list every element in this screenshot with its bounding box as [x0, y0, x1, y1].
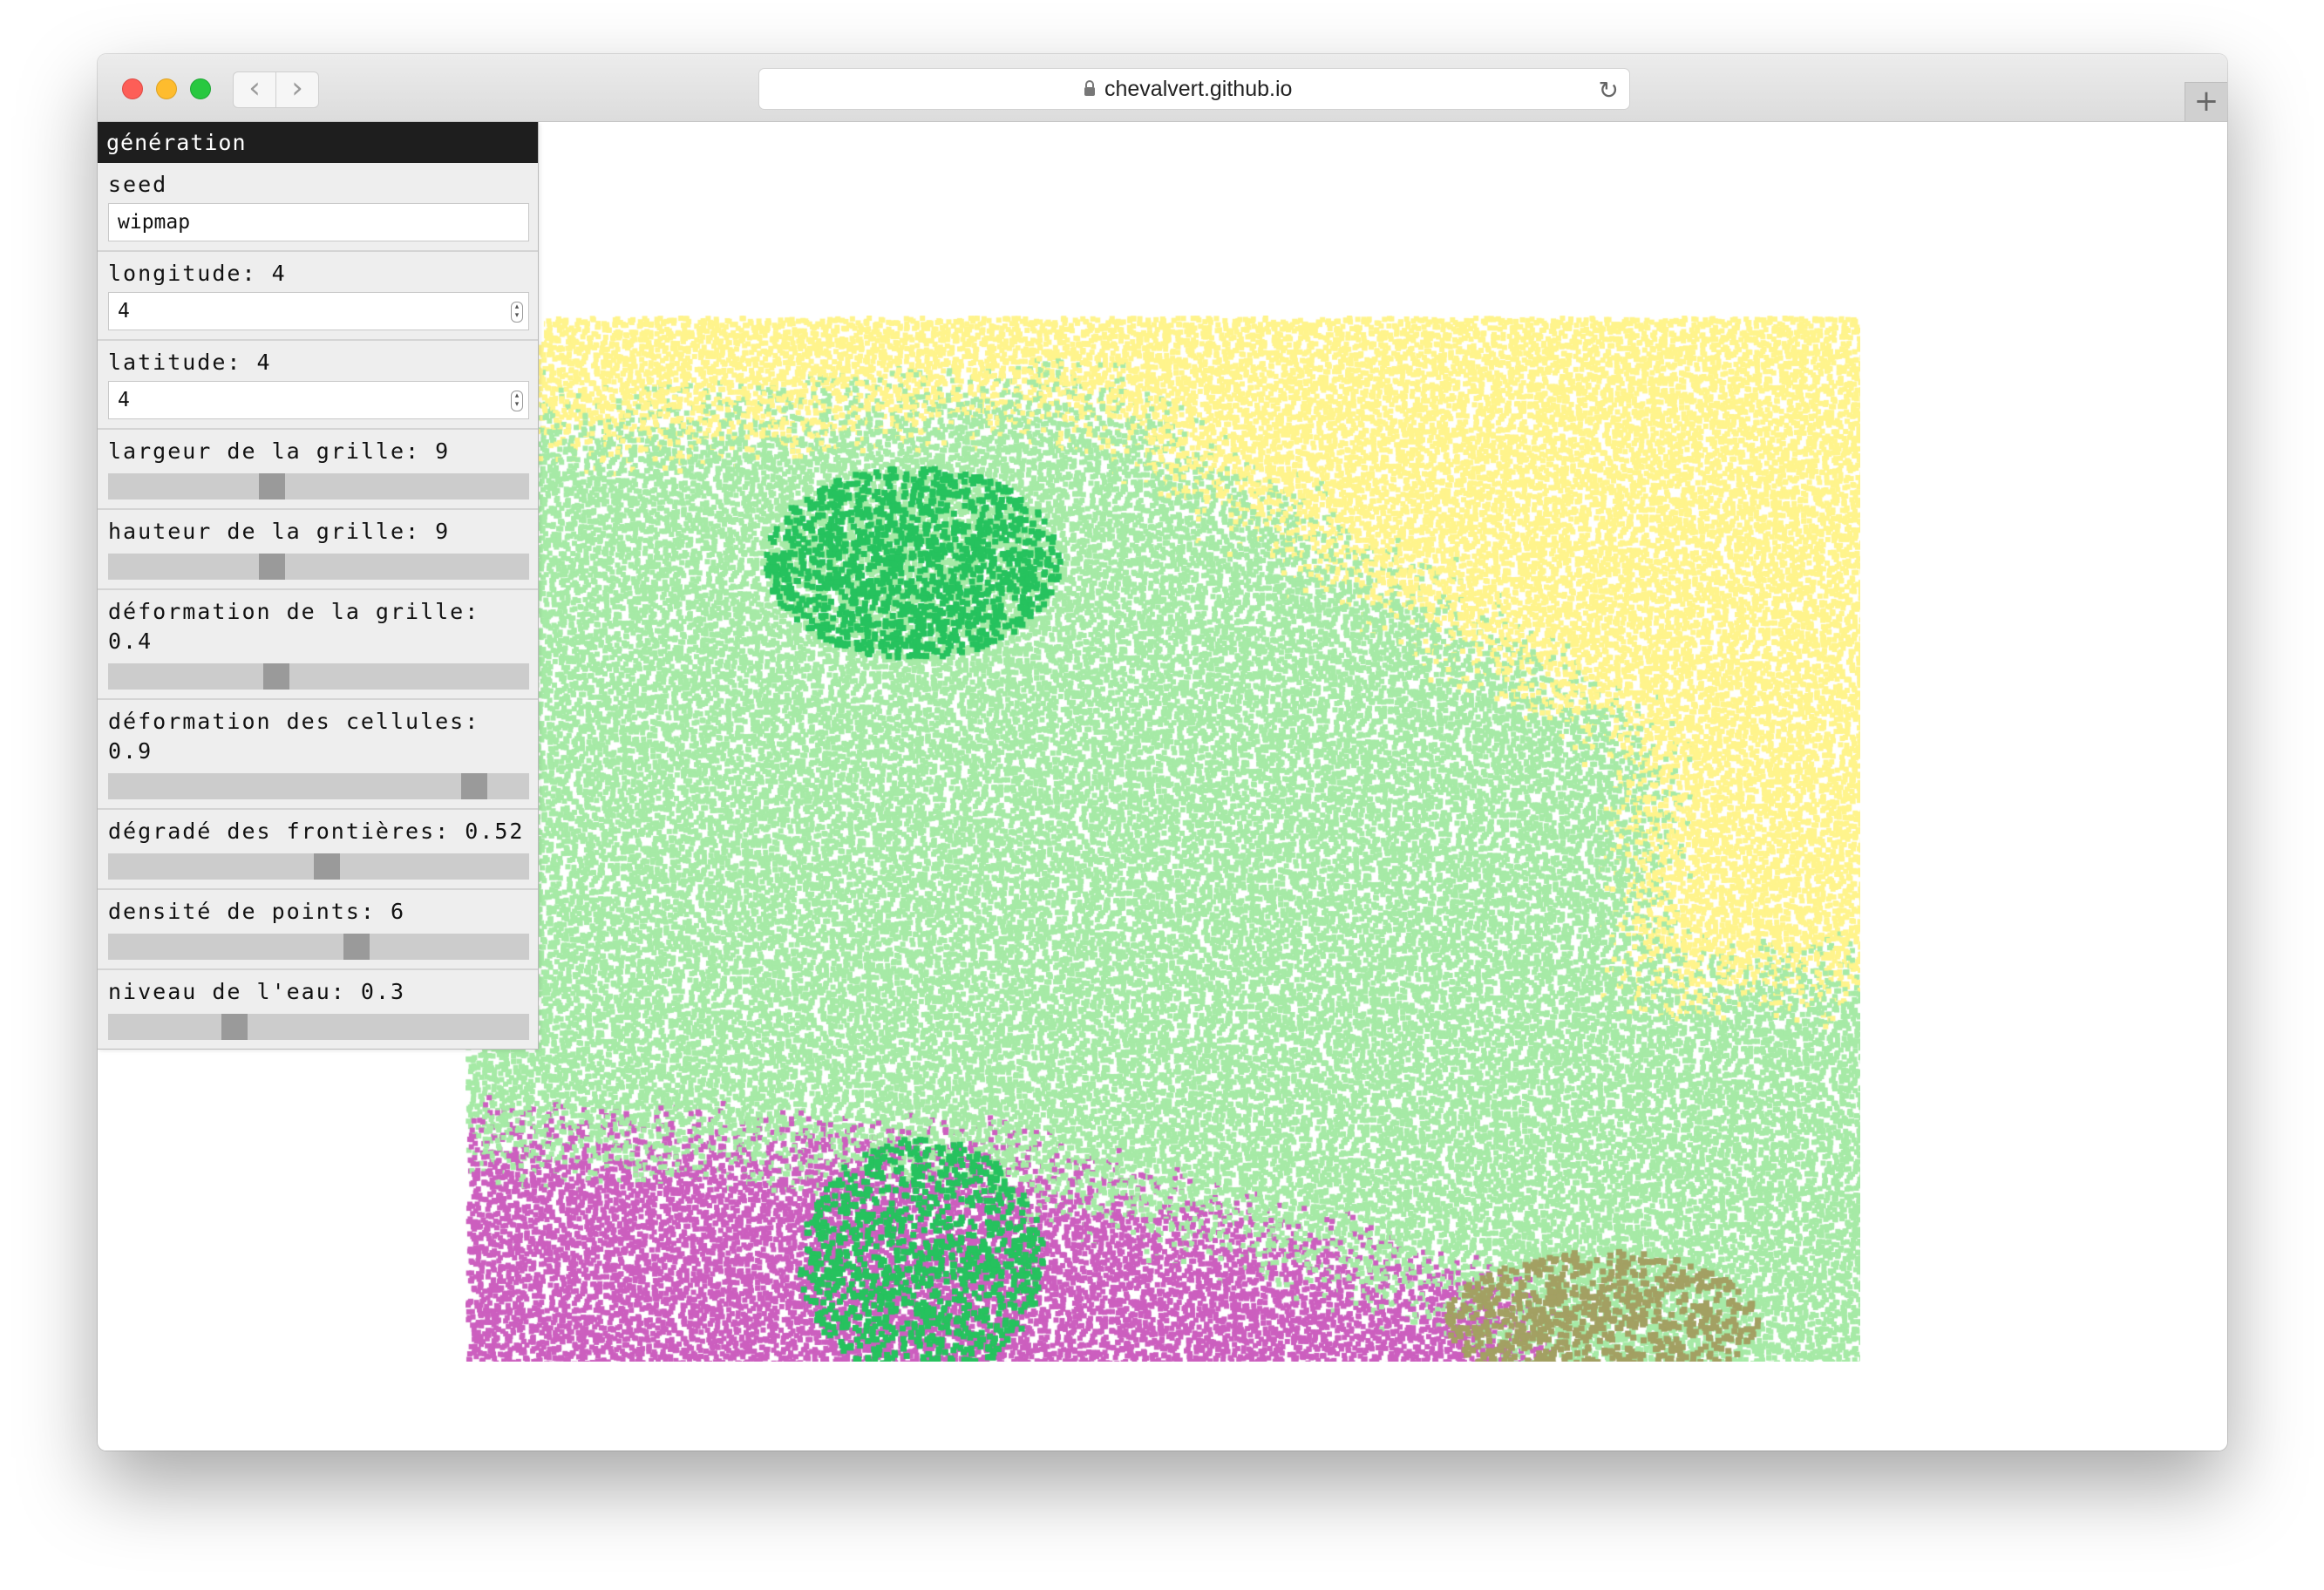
close-window-button[interactable] [122, 78, 143, 99]
grid-height-slider[interactable] [108, 554, 529, 580]
point-density-slider[interactable] [108, 934, 529, 960]
back-button[interactable]: ‹ [233, 71, 276, 108]
url-text: chevalvert.github.io [1104, 77, 1293, 101]
slider-label: déformation des cellules: 0.9 [108, 709, 480, 764]
slider-control: largeur de la grille: 9 [98, 430, 538, 510]
reload-icon[interactable]: ↻ [1599, 76, 1619, 105]
slider-label: densité de points: 6 [108, 899, 406, 924]
slider-control: niveau de l'eau: 0.3 [98, 970, 538, 1049]
page-content: génération seed wipmap longitude: 4 4 ▴ ▾… [98, 122, 2227, 1451]
title-bar: ‹ › chevalvert.github.io ↻ + [98, 54, 2227, 122]
slider-label-text: niveau de l'eau [108, 979, 331, 1004]
latitude-label-value: 4 [256, 350, 272, 375]
longitude-label-value: 4 [271, 261, 287, 286]
generated-map-canvas[interactable] [465, 316, 1860, 1362]
slider-label-text: déformation de la grille [108, 599, 465, 624]
slider-label-text: hauteur de la grille [108, 519, 406, 544]
new-tab-button[interactable]: + [2185, 82, 2227, 121]
chevron-left-icon: ‹ [248, 71, 261, 105]
latitude-label-text: latitude [108, 350, 228, 375]
latitude-control: latitude: 4 4 ▴ ▾ [98, 341, 538, 430]
seed-input[interactable]: wipmap [108, 203, 529, 241]
slider-thumb[interactable] [343, 934, 370, 960]
grid-deformation-slider[interactable] [108, 663, 529, 690]
minimize-window-button[interactable] [156, 78, 177, 99]
slider-label: niveau de l'eau: 0.3 [108, 979, 406, 1004]
slider-thumb[interactable] [221, 1014, 248, 1040]
stepper-icon[interactable]: ▴ ▾ [511, 391, 523, 411]
panel-title[interactable]: génération [98, 122, 538, 163]
slider-label-text: largeur de la grille [108, 438, 406, 464]
longitude-input[interactable]: 4 ▴ ▾ [108, 292, 529, 330]
longitude-control: longitude: 4 4 ▴ ▾ [98, 252, 538, 341]
longitude-label-text: longitude [108, 261, 242, 286]
slider-label: hauteur de la grille: 9 [108, 519, 451, 544]
slider-label: déformation de la grille: 0.4 [108, 599, 480, 654]
latitude-input-value: 4 [118, 389, 130, 411]
address-bar[interactable]: chevalvert.github.io ↻ [758, 68, 1630, 110]
water-level-slider[interactable] [108, 1014, 529, 1040]
grid-width-slider[interactable] [108, 473, 529, 499]
slider-label-text: déformation des cellules [108, 709, 465, 734]
chevron-right-icon: › [291, 71, 303, 105]
slider-label: largeur de la grille: 9 [108, 438, 451, 464]
slider-thumb[interactable] [259, 473, 286, 499]
seed-label: seed [108, 172, 168, 197]
slider-control: déformation de la grille: 0.4 [98, 590, 538, 700]
slider-control: hauteur de la grille: 9 [98, 510, 538, 590]
forward-button[interactable]: › [275, 71, 319, 108]
slider-label-text: densité de points [108, 899, 361, 924]
seed-control: seed wipmap [98, 163, 538, 252]
slider-thumb[interactable] [263, 663, 290, 690]
cell-deformation-slider[interactable] [108, 773, 529, 799]
browser-window: ‹ › chevalvert.github.io ↻ + génération … [98, 54, 2227, 1451]
longitude-input-value: 4 [118, 300, 130, 323]
slider-value: 6 [390, 899, 406, 924]
slider-thumb[interactable] [314, 853, 341, 880]
slider-label: dégradé des frontières: 0.52 [108, 819, 525, 844]
seed-input-value: wipmap [118, 211, 191, 234]
slider-value: 0.9 [108, 738, 153, 764]
latitude-input[interactable]: 4 ▴ ▾ [108, 381, 529, 419]
slider-control: dégradé des frontières: 0.52 [98, 810, 538, 890]
slider-control: déformation des cellules: 0.9 [98, 700, 538, 810]
zoom-window-button[interactable] [190, 78, 211, 99]
slider-value: 0.52 [465, 819, 525, 844]
plus-icon: + [2193, 84, 2219, 119]
slider-control: densité de points: 6 [98, 890, 538, 970]
slider-thumb[interactable] [259, 554, 286, 580]
longitude-label: longitude: 4 [108, 261, 287, 286]
slider-value: 9 [435, 519, 451, 544]
slider-value: 9 [435, 438, 451, 464]
slider-value: 0.4 [108, 629, 153, 654]
slider-value: 0.3 [360, 979, 406, 1004]
border-gradient-slider[interactable] [108, 853, 529, 880]
slider-label-text: dégradé des frontières [108, 819, 436, 844]
lock-icon [1084, 80, 1095, 96]
stepper-icon[interactable]: ▴ ▾ [511, 302, 523, 323]
latitude-label: latitude: 4 [108, 350, 272, 375]
generation-panel: génération seed wipmap longitude: 4 4 ▴ ▾… [98, 122, 539, 1050]
slider-thumb[interactable] [461, 773, 488, 799]
